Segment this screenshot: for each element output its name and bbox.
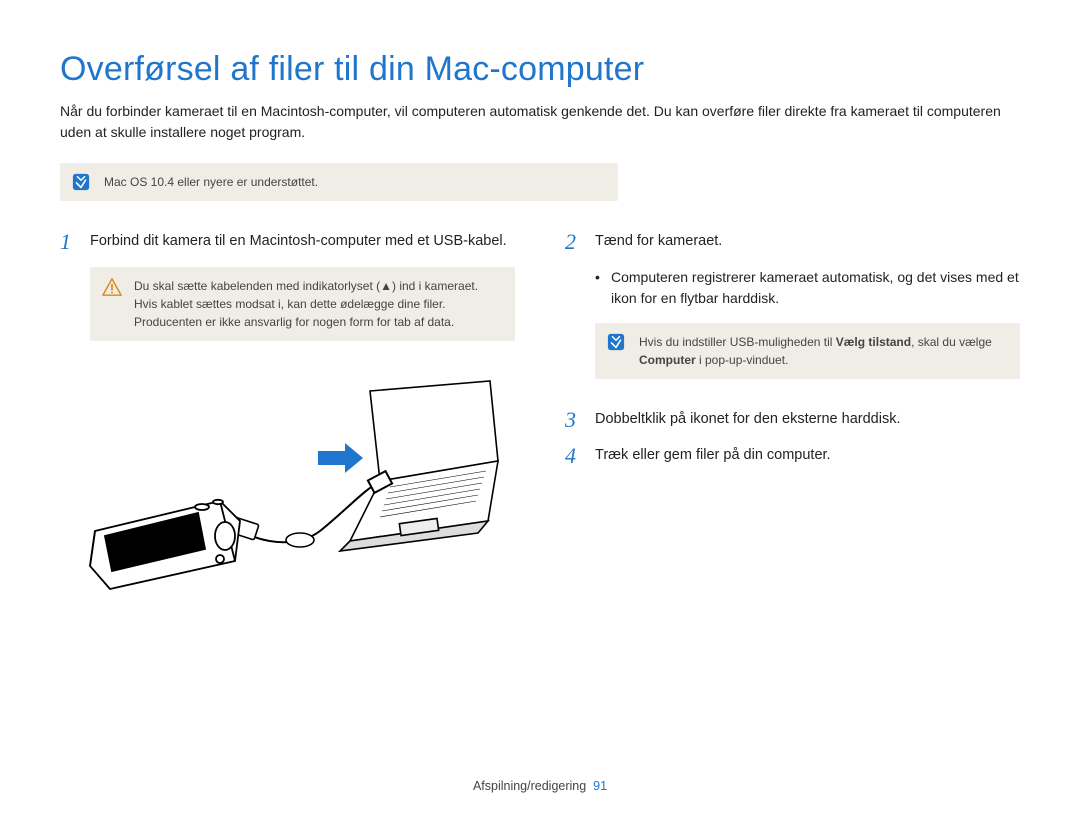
step-1: 1 Forbind dit kamera til en Macintosh-co… <box>60 231 515 253</box>
note-icon <box>607 333 625 351</box>
step-2-text: Tænd for kameraet. <box>595 231 722 253</box>
connection-figure <box>70 371 515 606</box>
os-support-note: Mac OS 10.4 eller nyere er understøttet. <box>60 163 618 201</box>
page-footer: Afspilning/redigering 91 <box>0 779 1080 793</box>
step-3: 3 Dobbeltklik på ikonet for den eksterne… <box>565 409 1020 431</box>
page-title: Overførsel af filer til din Mac-computer <box>60 50 1020 89</box>
camera-icon <box>90 500 240 589</box>
page-number: 91 <box>593 779 607 793</box>
note-icon <box>72 173 90 191</box>
step-number: 2 <box>565 231 585 253</box>
usb-mode-note: Hvis du indstiller USB-muligheden til Væ… <box>595 323 1020 379</box>
cable-warning-note: Du skal sætte kabelenden med indikatorly… <box>90 267 515 341</box>
note-bold-1: Vælg tilstand <box>836 335 911 349</box>
step-number: 3 <box>565 409 585 431</box>
arrow-icon <box>318 443 363 473</box>
step-4: 4 Træk eller gem filer på din computer. <box>565 445 1020 467</box>
step-number: 1 <box>60 231 80 253</box>
intro-paragraph: Når du forbinder kameraet til en Macinto… <box>60 101 1020 143</box>
right-column: 2 Tænd for kameraet. • Computeren regist… <box>565 231 1020 606</box>
left-column: 1 Forbind dit kamera til en Macintosh-co… <box>60 231 515 606</box>
step-2-bullet: • Computeren registrerer kameraet automa… <box>595 267 1020 309</box>
note-pre: Hvis du indstiller USB-muligheden til <box>639 335 836 349</box>
os-support-text: Mac OS 10.4 eller nyere er understøttet. <box>104 175 318 189</box>
step-3-text: Dobbeltklik på ikonet for den eksterne h… <box>595 409 900 431</box>
cable-warning-text: Du skal sætte kabelenden med indikatorly… <box>134 279 478 329</box>
step-2: 2 Tænd for kameraet. <box>565 231 1020 253</box>
step-4-text: Træk eller gem filer på din computer. <box>595 445 831 467</box>
note-post: i pop-up-vinduet. <box>696 353 789 367</box>
laptop-icon <box>340 381 498 551</box>
warning-icon <box>102 277 120 295</box>
note-mid: , skal du vælge <box>911 335 992 349</box>
footer-section: Afspilning/redigering <box>473 779 586 793</box>
usb-mode-text: Hvis du indstiller USB-muligheden til Væ… <box>639 335 992 367</box>
step-2-bullet-text: Computeren registrerer kameraet automati… <box>611 267 1020 309</box>
step-number: 4 <box>565 445 585 467</box>
bullet-dot-icon: • <box>595 267 603 309</box>
note-bold-2: Computer <box>639 353 696 367</box>
step-1-text: Forbind dit kamera til en Macintosh-comp… <box>90 231 507 253</box>
